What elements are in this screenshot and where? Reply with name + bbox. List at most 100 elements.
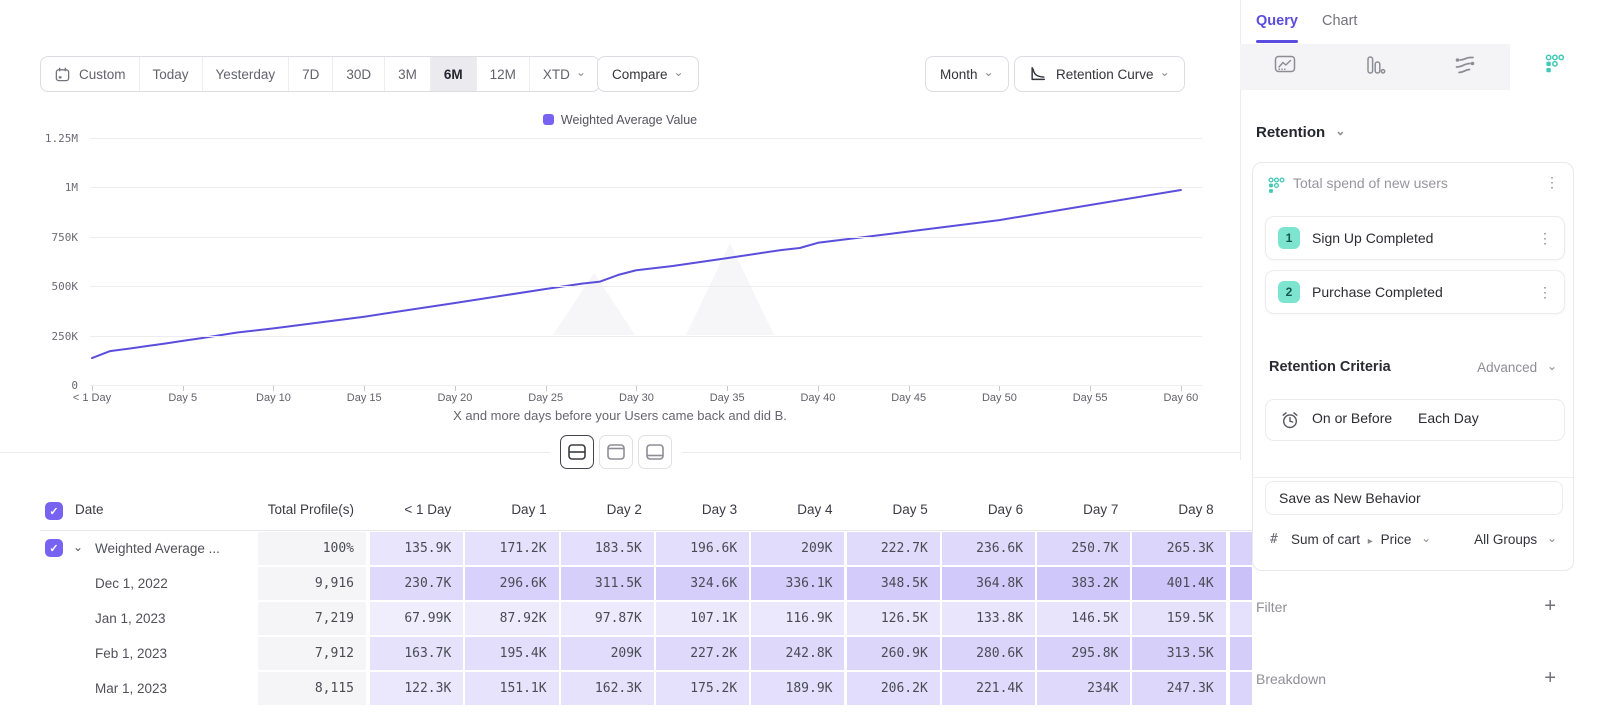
retention-value-cell: 159.5K — [1132, 602, 1225, 635]
column-header: Day 6 — [942, 502, 1023, 517]
tab-chart[interactable]: Chart — [1322, 13, 1357, 29]
report-tab-funnels[interactable] — [1330, 44, 1422, 90]
range-option-12m[interactable]: 12M — [477, 57, 530, 91]
retention-value-cell: 247.3K — [1132, 672, 1225, 705]
report-tab-flows[interactable] — [1420, 44, 1512, 90]
column-header: Day 7 — [1037, 502, 1118, 517]
legend-color-swatch — [543, 114, 554, 125]
retention-value-cell: 227.2K — [656, 637, 749, 670]
x-axis-tick-label: Day 5 — [145, 392, 221, 404]
gridline — [90, 187, 1202, 188]
gridline — [90, 237, 1202, 238]
behavior-step[interactable]: 1Sign Up Completed⋮ — [1265, 216, 1565, 260]
x-axis-tick — [818, 386, 819, 391]
range-option-today[interactable]: Today — [140, 57, 203, 91]
select-all-checkbox[interactable]: ✓ — [45, 502, 63, 520]
step-menu-icon[interactable]: ⋮ — [1538, 217, 1552, 259]
layout-toggle-chart-bottom[interactable] — [638, 435, 672, 469]
x-axis-tick — [1181, 386, 1182, 391]
tab-query[interactable]: Query — [1256, 13, 1298, 29]
add-filter-button[interactable]: + — [1544, 595, 1556, 618]
x-axis-tick — [273, 386, 274, 391]
report-tab-insights[interactable] — [1240, 44, 1332, 90]
add-breakdown-button[interactable]: + — [1544, 667, 1556, 690]
retention-value-cell: 133.8K — [942, 602, 1035, 635]
behavior-step[interactable]: 2Purchase Completed⋮ — [1265, 270, 1565, 314]
report-section-dropdown[interactable]: Retention ⌄ — [1256, 124, 1345, 141]
range-option-xtd[interactable]: XTD ⌄ — [530, 57, 599, 91]
criteria-timing-control[interactable]: On or Before Each Day — [1265, 399, 1565, 441]
total-profiles-cell: 9,916 — [258, 567, 366, 600]
row-label[interactable]: Dec 1, 2022 — [95, 567, 168, 600]
chevron-down-icon: ⌄ — [1547, 531, 1557, 545]
row-checkbox[interactable]: ✓ — [45, 539, 63, 557]
legend-label: Weighted Average Value — [561, 113, 697, 127]
x-axis-tick-label: Day 15 — [326, 392, 402, 404]
behavior-menu-icon[interactable]: ⋮ — [1545, 174, 1559, 191]
column-header: Day 4 — [751, 502, 832, 517]
range-option-label: XTD — [543, 67, 570, 82]
chevron-down-icon: ⌄ — [1421, 531, 1431, 545]
row-label[interactable]: Jan 1, 2023 — [95, 602, 166, 635]
retention-glyph-icon — [1267, 177, 1286, 200]
metric-property-dropdown[interactable]: Sum of cart ▸ Price ⌄ — [1291, 532, 1431, 547]
breakdown-section-label: Breakdown — [1256, 671, 1326, 687]
gridline — [90, 138, 1202, 139]
layout-toggle-split-view[interactable] — [560, 435, 594, 469]
compare-button[interactable]: Compare ⌄ — [597, 56, 699, 92]
range-option-6m[interactable]: 6M — [431, 57, 477, 91]
x-axis-tick — [455, 386, 456, 391]
layout-toggle-chart-top[interactable] — [599, 435, 633, 469]
retention-value-cell: 265.3K — [1132, 532, 1225, 565]
retention-value-cell: 401.4K — [1132, 567, 1225, 600]
expand-row-icon[interactable]: ⌄ — [73, 532, 83, 565]
chart-type-dropdown[interactable]: Retention Curve ⌄ — [1014, 56, 1185, 92]
column-header: Day 5 — [847, 502, 928, 517]
row-label[interactable]: Mar 1, 2023 — [95, 672, 167, 705]
step-number-badge: 1 — [1278, 227, 1300, 249]
retention-value-cell: 175.2K — [656, 672, 749, 705]
column-header: Day 3 — [656, 502, 737, 517]
range-option-3m[interactable]: 3M — [385, 57, 431, 91]
criteria-mode-dropdown[interactable]: Advanced ⌄ — [1477, 360, 1557, 375]
insights-icon — [1273, 54, 1297, 81]
range-option-yesterday[interactable]: Yesterday — [203, 57, 290, 91]
retention-value-cell: 97.87K — [561, 602, 654, 635]
retention-value-cell: 162.3K — [561, 672, 654, 705]
x-axis-tick-label: Day 50 — [961, 392, 1037, 404]
retention-table: ✓DateTotal Profile(s)< 1 DayDay 1Day 2Da… — [40, 494, 1252, 715]
gridline — [90, 336, 1202, 337]
range-option-label: 7D — [302, 67, 319, 82]
range-option-custom[interactable]: Custom — [41, 57, 140, 91]
retention-value-cell: 195.4K — [465, 637, 558, 670]
retention-value-cell: 209K — [751, 532, 844, 565]
groups-dropdown[interactable]: All Groups ⌄ — [1474, 532, 1557, 547]
retention-value-cell: 336.1K — [751, 567, 844, 600]
range-option-7d[interactable]: 7D — [289, 57, 333, 91]
table-header-row: ✓DateTotal Profile(s)< 1 DayDay 1Day 2Da… — [40, 494, 1252, 531]
compare-label: Compare — [612, 67, 668, 82]
retention-value-cell: 250.7K — [1037, 532, 1130, 565]
retention-value-cell: 348.5K — [847, 567, 940, 600]
chevron-down-icon: ⌄ — [576, 65, 586, 79]
chevron-down-icon: ⌄ — [674, 65, 684, 79]
granularity-dropdown[interactable]: Month ⌄ — [925, 56, 1009, 92]
report-tab-retention[interactable] — [1510, 44, 1600, 90]
retention-value-cell: 222.7K — [847, 532, 940, 565]
x-axis-tick-label: Day 45 — [871, 392, 947, 404]
range-option-30d[interactable]: 30D — [333, 57, 385, 91]
retention-value-cell: 230.7K — [370, 567, 463, 600]
criteria-timing-label: On or Before — [1312, 410, 1392, 426]
row-label[interactable]: Feb 1, 2023 — [95, 637, 167, 670]
row-label[interactable]: Weighted Average ... — [95, 532, 220, 565]
active-tab-underline — [1256, 40, 1298, 43]
clipped-next-day-cell — [1230, 672, 1252, 705]
total-profiles-cell: 100% — [258, 532, 366, 565]
retention-value-cell: 67.99K — [370, 602, 463, 635]
number-property-icon: # — [1270, 532, 1278, 547]
total-profiles-cell: 7,912 — [258, 637, 366, 670]
save-as-new-behavior-button[interactable]: Save as New Behavior — [1265, 481, 1563, 515]
x-axis-tick-label: Day 10 — [235, 392, 311, 404]
x-axis-tick-label: Day 60 — [1143, 392, 1219, 404]
step-menu-icon[interactable]: ⋮ — [1538, 271, 1552, 313]
